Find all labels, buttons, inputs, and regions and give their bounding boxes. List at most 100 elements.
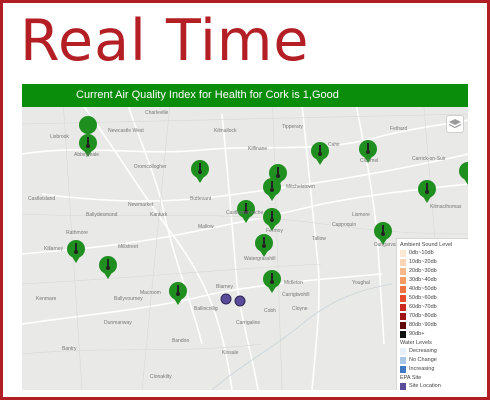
place-label: Ballincollig xyxy=(194,306,218,312)
legend-item: 80db~90db xyxy=(400,321,466,330)
place-label: Charleville xyxy=(145,110,169,116)
place-label: Fethard xyxy=(390,126,408,132)
legend-swatch xyxy=(400,322,406,329)
legend-swatch xyxy=(400,286,406,293)
legend-label: 0db~10db xyxy=(409,250,434,256)
place-label: Bandon xyxy=(172,338,190,344)
legend-item: Decreasing xyxy=(400,347,466,356)
thermometer-pin-icon[interactable] xyxy=(459,162,468,185)
place-label: Blarney xyxy=(216,284,233,290)
place-label: Newmarket xyxy=(128,202,154,208)
place-label: Macroom xyxy=(140,290,161,296)
place-label: Bantry xyxy=(62,346,77,352)
legend-water-title: Water Levels xyxy=(400,340,432,346)
place-label: Cloyne xyxy=(292,306,308,312)
legend-swatch xyxy=(400,366,406,373)
thermometer-pin-icon[interactable] xyxy=(169,282,187,305)
legend-item: 90db+ xyxy=(400,330,466,339)
legend-label: 70db~80db xyxy=(409,313,437,319)
legend-epa-title: EPA Site xyxy=(400,375,422,381)
place-label: Newcastle West xyxy=(108,128,144,134)
place-label: Kanturk xyxy=(150,212,168,218)
thermometer-pin-icon[interactable] xyxy=(67,240,85,263)
place-label: Dromcollogher xyxy=(134,164,167,170)
place-label: Watergrasshill xyxy=(244,256,276,262)
legend-item: 60db~70db xyxy=(400,303,466,312)
place-label: Dunmanway xyxy=(104,320,132,326)
layers-button[interactable] xyxy=(446,115,464,133)
place-label: Kilfinane xyxy=(248,146,268,152)
legend-swatch xyxy=(400,304,406,311)
place-label: Tipperary xyxy=(282,124,303,130)
legend-label: 30db~40db xyxy=(409,277,437,283)
legend-swatch xyxy=(400,331,406,338)
thermometer-pin-icon[interactable] xyxy=(263,270,281,293)
legend-item: 50db~60db xyxy=(400,294,466,303)
place-label: Kenmare xyxy=(36,296,57,302)
place-label: Carrigaline xyxy=(236,320,261,326)
legend-item: 20db~30db xyxy=(400,267,466,276)
legend-swatch xyxy=(400,268,406,275)
place-label: Cappoquin xyxy=(332,222,357,228)
place-label: Cobh xyxy=(264,308,276,314)
legend-swatch xyxy=(400,348,406,355)
place-label: Fermoy xyxy=(266,228,283,234)
place-label: Lismore xyxy=(352,212,370,218)
place-label: Clonakilty xyxy=(150,374,172,380)
place-label: Midleton xyxy=(284,280,303,286)
legend-swatch xyxy=(400,383,406,390)
legend-label: 10db~20db xyxy=(409,259,437,265)
place-label: Mitchelstown xyxy=(286,184,315,190)
legend-label: 50db~60db xyxy=(409,295,437,301)
place-label: Kilmallock xyxy=(214,128,237,134)
legend-label: 60db~70db xyxy=(409,304,437,310)
place-label: Castleisland xyxy=(28,196,56,202)
thermometer-pin-icon[interactable] xyxy=(99,256,117,279)
place-label: Millstreet xyxy=(118,244,139,250)
legend-sound-title: Ambient Sound Level xyxy=(400,242,453,248)
place-label: Mallow xyxy=(198,224,214,230)
place-label: Clonmel xyxy=(360,158,379,164)
legend-swatch xyxy=(400,277,406,284)
place-label: Kinsale xyxy=(222,350,239,356)
place-label: Rathmore xyxy=(66,230,88,236)
legend-label: Site Location xyxy=(409,383,441,389)
legend-sound-levels: 0db~10db 10db~20db 20db~30db 30db~40db 40db~… xyxy=(400,249,466,339)
legend-label: 80db~90db xyxy=(409,322,437,328)
legend-label: 40db~50db xyxy=(409,286,437,292)
thermometer-pin-icon[interactable] xyxy=(255,234,273,257)
place-label: Cahir xyxy=(328,142,340,148)
place-label: Carrick-on-Suir xyxy=(412,156,446,162)
legend-item: 10db~20db xyxy=(400,258,466,267)
air-quality-map[interactable]: Charleville Kilmallock Tipperary Cahir F… xyxy=(22,84,468,390)
thermometer-pin-icon[interactable] xyxy=(418,180,436,203)
legend-item: Increasing xyxy=(400,365,466,374)
place-label: Ballyvourney xyxy=(114,296,143,302)
legend-label: No Change xyxy=(409,357,437,363)
legend-item: 0db~10db xyxy=(400,249,466,258)
place-label: Lisbrook xyxy=(50,134,69,140)
epa-site-marker[interactable] xyxy=(220,293,232,305)
place-label: Kilmacthomas xyxy=(430,204,462,210)
legend-item: 40db~50db xyxy=(400,285,466,294)
place-label: Youghal xyxy=(352,280,370,286)
legend-label: 90db+ xyxy=(409,331,425,337)
legend-water-levels: Decreasing No Change Increasing xyxy=(400,347,466,374)
place-label: Killarney xyxy=(44,246,64,252)
place-label: Carrigtwohill xyxy=(282,292,310,298)
legend-item: No Change xyxy=(400,356,466,365)
place-label: Abbeyfeale xyxy=(74,152,100,158)
thermometer-pin-icon[interactable] xyxy=(311,142,329,165)
legend-swatch xyxy=(400,295,406,302)
place-label: Dungarvan xyxy=(374,242,399,248)
thermometer-pin-icon[interactable] xyxy=(79,116,98,157)
legend-swatch xyxy=(400,357,406,364)
legend-label: Increasing xyxy=(409,366,435,372)
thermometer-pin-icon[interactable] xyxy=(263,178,281,201)
legend-epa-site: Site Location xyxy=(400,382,466,390)
place-label: Ballydesmond xyxy=(86,212,118,218)
epa-site-markers xyxy=(220,293,246,307)
thermometer-pin-icon[interactable] xyxy=(191,160,209,183)
epa-site-marker[interactable] xyxy=(234,295,246,307)
legend-label: 20db~30db xyxy=(409,268,437,274)
